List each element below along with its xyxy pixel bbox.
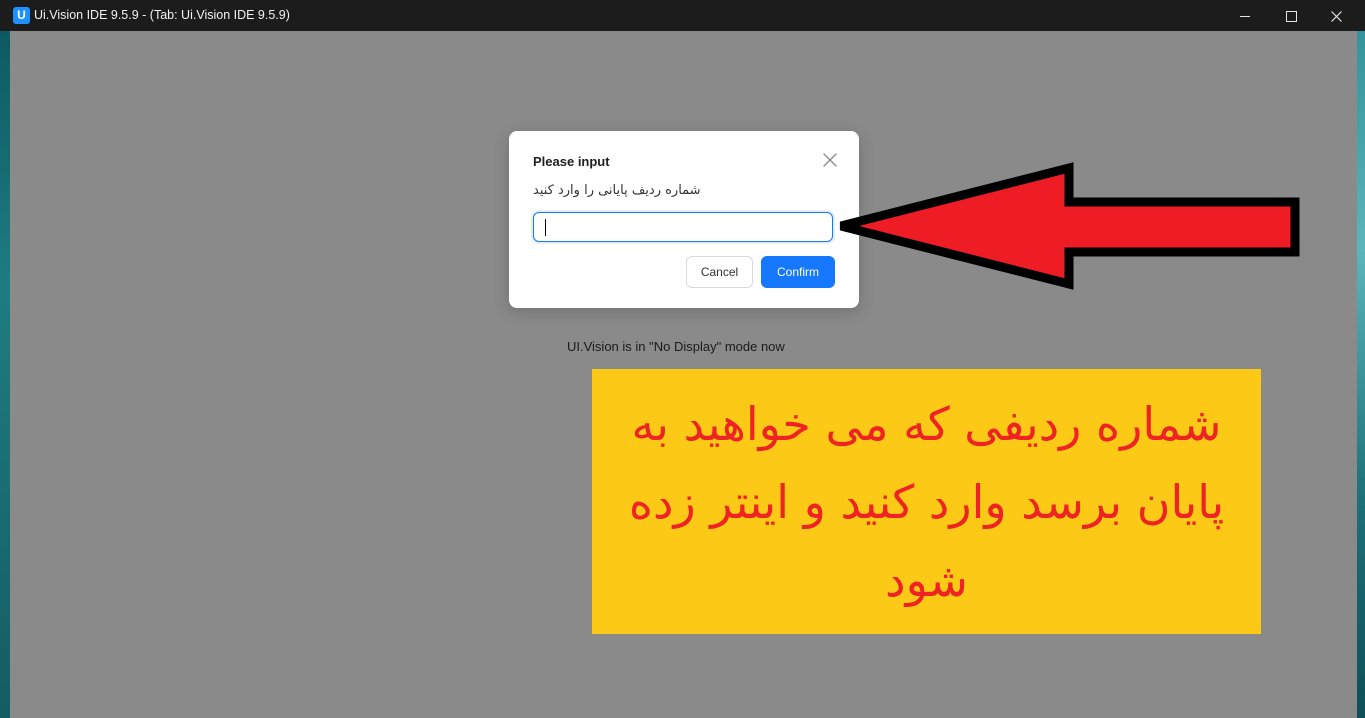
text-caret	[545, 219, 546, 236]
close-icon	[1330, 10, 1342, 22]
app-window: U Ui.Vision IDE 9.5.9 - (Tab: Ui.Vision …	[0, 0, 1365, 718]
title-bar: U Ui.Vision IDE 9.5.9 - (Tab: Ui.Vision …	[0, 0, 1365, 31]
instruction-banner: شماره ردیفی که می خواهید به پایان برسد و…	[592, 369, 1261, 634]
cancel-button[interactable]: Cancel	[686, 256, 753, 288]
dialog-message: شماره ردیف پایانی را وارد کنید	[533, 183, 701, 198]
confirm-button[interactable]: Confirm	[761, 256, 835, 288]
desktop-wallpaper-left	[0, 0, 10, 718]
pointer-arrow-icon	[839, 162, 1300, 290]
minimize-icon	[1240, 15, 1250, 17]
maximize-button[interactable]	[1268, 0, 1314, 31]
dialog-title: Please input	[533, 154, 610, 169]
instruction-banner-text: شماره ردیفی که می خواهید به پایان برسد و…	[628, 396, 1225, 607]
maximize-icon	[1285, 10, 1297, 22]
window-title: Ui.Vision IDE 9.5.9 - (Tab: Ui.Vision ID…	[34, 8, 290, 22]
desktop-wallpaper-right	[1357, 0, 1365, 718]
uivision-app-icon: U	[13, 7, 30, 24]
no-display-status: UI.Vision is in "No Display" mode now	[567, 339, 785, 354]
input-dialog: Please input شماره ردیف پایانی را وارد ک…	[509, 131, 859, 308]
minimize-button[interactable]	[1222, 0, 1268, 31]
dialog-text-input[interactable]	[533, 212, 833, 242]
window-close-button[interactable]	[1313, 0, 1359, 31]
